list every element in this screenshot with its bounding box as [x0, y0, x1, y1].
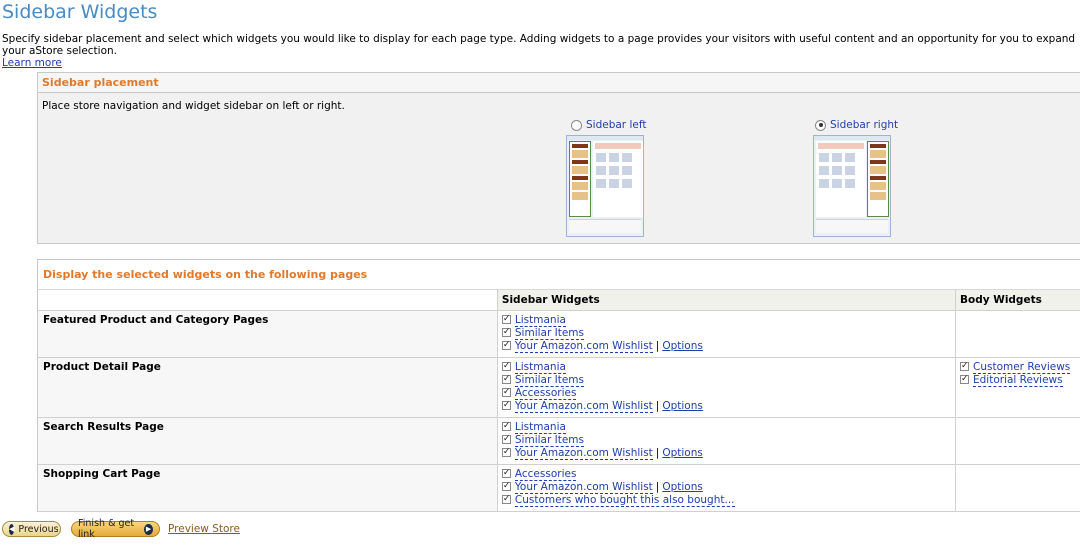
widget-label[interactable]: Listmania [514, 420, 566, 434]
table-row: Product Detail PageListmaniaSimilar Item… [38, 356, 1080, 418]
widget-checkbox[interactable] [501, 420, 511, 432]
previous-button[interactable]: ◀ Previous [2, 521, 61, 537]
widget-option: Accessories [501, 467, 951, 481]
wishlist-options-link[interactable]: Options [662, 447, 703, 459]
widget-option: Customers who bought this also bought... [501, 493, 951, 507]
widget-checkbox[interactable] [960, 360, 969, 372]
widget-option: Similar Items [501, 373, 951, 387]
widget-label[interactable]: Similar Items [514, 433, 584, 447]
widget-option: Your Amazon.com Wishlist|Options [501, 399, 951, 413]
widget-option: Listmania [501, 360, 951, 374]
widget-checkbox[interactable] [501, 399, 511, 411]
sidebar-right-preview-image[interactable] [813, 135, 891, 237]
widget-label[interactable]: Editorial Reviews [973, 373, 1063, 387]
separator: | [655, 399, 660, 412]
sidebar-widgets-cell: ListmaniaSimilar ItemsYour Amazon.com Wi… [496, 416, 957, 465]
sidebar-widgets-cell: ListmaniaSimilar ItemsYour Amazon.com Wi… [496, 309, 957, 358]
page-type-label: Featured Product and Category Pages [38, 309, 498, 358]
finish-get-link-button[interactable]: Finish & get link ▶ [71, 518, 160, 540]
body-widgets-cell [955, 416, 1080, 465]
widget-checkbox[interactable] [501, 360, 511, 372]
separator: | [655, 339, 660, 352]
sidebar-right-label[interactable]: Sidebar right [830, 119, 898, 131]
widget-checkbox[interactable] [501, 339, 511, 351]
wishlist-options-link[interactable]: Options [662, 400, 703, 412]
widget-label[interactable]: Your Amazon.com Wishlist [514, 339, 653, 353]
widget-checkbox[interactable] [501, 480, 511, 492]
widget-label[interactable]: Accessories [514, 467, 577, 481]
page-title: Sidebar Widgets [2, 1, 158, 23]
widget-label[interactable]: Accessories [514, 386, 577, 400]
widget-option: Similar Items [501, 433, 951, 447]
body-widgets-header: Body Widgets [955, 290, 1080, 311]
widget-label[interactable]: Customers who bought this also bought... [514, 493, 735, 507]
widget-label[interactable]: Listmania [514, 313, 566, 327]
widgets-panel: Display the selected widgets on the foll… [37, 259, 1080, 512]
widget-option: Your Amazon.com Wishlist|Options [501, 446, 951, 460]
widget-checkbox[interactable] [501, 493, 511, 505]
page-type-label: Shopping Cart Page [38, 463, 498, 512]
finish-label: Finish & get link [78, 518, 135, 540]
widget-checkbox[interactable] [501, 373, 511, 385]
previous-label: Previous [18, 523, 59, 535]
page-column-header [38, 290, 498, 311]
sidebar-right-radio[interactable] [815, 119, 826, 131]
widget-label[interactable]: Your Amazon.com Wishlist [514, 480, 653, 494]
sidebar-right-option[interactable]: Sidebar right [815, 119, 898, 131]
learn-more-link[interactable]: Learn more [2, 57, 62, 69]
sidebar-left-label[interactable]: Sidebar left [586, 119, 646, 131]
arrow-right-icon: ▶ [144, 523, 153, 535]
sidebar-placement-heading: Sidebar placement [38, 73, 1080, 93]
widgets-table: Sidebar Widgets Body Widgets Featured Pr… [38, 290, 1080, 512]
widget-option: Listmania [501, 420, 951, 434]
widget-checkbox[interactable] [501, 433, 511, 445]
sidebar-placement-description: Place store navigation and widget sideba… [42, 100, 345, 112]
separator: | [655, 480, 660, 493]
widget-label[interactable]: Customer Reviews [973, 360, 1071, 374]
sidebar-placement-panel: Sidebar placement Place store navigation… [37, 72, 1080, 244]
widget-option: Your Amazon.com Wishlist|Options [501, 480, 951, 494]
sidebar-widgets-cell: AccessoriesYour Amazon.com Wishlist|Opti… [496, 463, 957, 512]
table-row: Featured Product and Category PagesListm… [38, 309, 1080, 358]
widget-label[interactable]: Similar Items [514, 326, 584, 340]
widget-option: Accessories [501, 386, 951, 400]
widget-checkbox[interactable] [501, 446, 511, 458]
widget-label[interactable]: Similar Items [514, 373, 584, 387]
intro-description: Specify sidebar placement and select whi… [2, 33, 1076, 57]
widget-label[interactable]: Your Amazon.com Wishlist [514, 446, 653, 460]
body-widgets-cell: Customer ReviewsEditorial Reviews [955, 356, 1080, 418]
table-row: Search Results PageListmaniaSimilar Item… [38, 416, 1080, 465]
widget-checkbox[interactable] [501, 386, 511, 398]
widget-label[interactable]: Listmania [514, 360, 566, 374]
sidebar-widgets-header: Sidebar Widgets [496, 290, 957, 311]
widgets-heading: Display the selected widgets on the foll… [38, 260, 1080, 290]
widget-option: Customer Reviews [960, 360, 1076, 374]
preview-store-link[interactable]: Preview Store [168, 523, 240, 535]
widget-checkbox[interactable] [501, 467, 511, 479]
separator: | [655, 446, 660, 459]
widget-option: Editorial Reviews [960, 373, 1076, 387]
page-type-label: Search Results Page [38, 416, 498, 465]
wishlist-options-link[interactable]: Options [662, 340, 703, 352]
widget-checkbox[interactable] [501, 313, 511, 325]
widget-option: Similar Items [501, 326, 951, 340]
widget-checkbox[interactable] [501, 326, 511, 338]
widget-label[interactable]: Your Amazon.com Wishlist [514, 399, 653, 413]
page-type-label: Product Detail Page [38, 356, 498, 418]
sidebar-left-radio[interactable] [571, 119, 582, 131]
intro-text: Specify sidebar placement and select whi… [2, 33, 1080, 69]
widget-option: Your Amazon.com Wishlist|Options [501, 339, 951, 353]
sidebar-left-option[interactable]: Sidebar left [571, 119, 646, 131]
body-widgets-cell [955, 309, 1080, 358]
arrow-left-icon: ◀ [9, 523, 15, 535]
sidebar-left-preview-image[interactable] [566, 135, 644, 237]
wishlist-options-link[interactable]: Options [662, 481, 703, 493]
widget-option: Listmania [501, 313, 951, 327]
body-widgets-cell [955, 463, 1080, 512]
widget-checkbox[interactable] [960, 373, 969, 385]
table-row: Shopping Cart PageAccessoriesYour Amazon… [38, 463, 1080, 512]
sidebar-widgets-cell: ListmaniaSimilar ItemsAccessoriesYour Am… [496, 356, 957, 418]
